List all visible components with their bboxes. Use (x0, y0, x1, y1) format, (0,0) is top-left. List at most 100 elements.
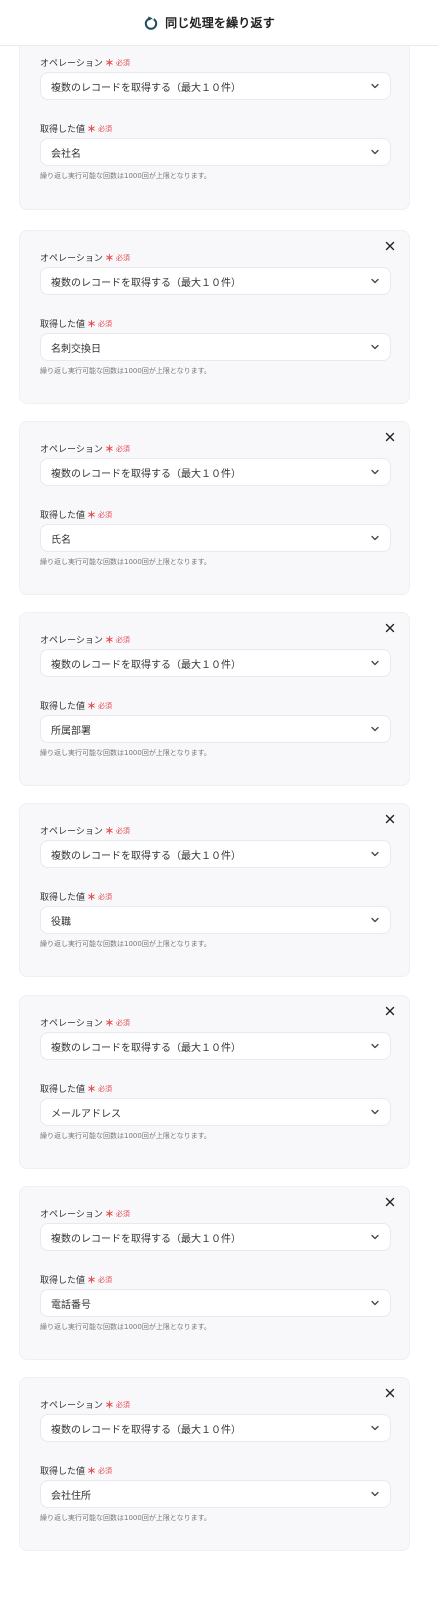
required-text: 必須 (115, 826, 130, 835)
value-select[interactable]: 氏名 (40, 524, 391, 552)
close-button[interactable] (383, 1004, 397, 1018)
value-label: 取得した値＊必須 (40, 699, 113, 713)
close-icon (385, 623, 395, 633)
operation-select[interactable]: 複数のレコードを取得する（最大１０件） (40, 840, 391, 868)
value-label: 取得した値＊必須 (40, 1464, 113, 1478)
loop-card: オペレーション＊必須 複数のレコードを取得する（最大１０件） 取得した値＊必須 電話番… (19, 1186, 410, 1360)
header: 同じ処理を繰り返す (0, 0, 438, 46)
close-icon (385, 1388, 395, 1398)
value-label-text: 取得した値 (40, 320, 86, 330)
page-title: 同じ処理を繰り返す (165, 16, 275, 30)
value-label-text: 取得した値 (40, 511, 86, 521)
value-select[interactable]: 名刺交換日 (40, 333, 391, 361)
required-asterisk: ＊ (87, 893, 97, 903)
close-icon (385, 1197, 395, 1207)
operation-label-text: オペレーション (40, 59, 103, 69)
operation-select-value: 複数のレコードを取得する（最大１０件） (51, 277, 241, 289)
required-asterisk: ＊ (104, 1210, 114, 1220)
value-select[interactable]: 役職 (40, 906, 391, 934)
value-select[interactable]: 会社住所 (40, 1480, 391, 1508)
limit-hint: 繰り返し実行可能な回数は1000回が上限となります。 (40, 367, 211, 375)
operation-select-value: 複数のレコードを取得する（最大１０件） (51, 850, 241, 862)
operation-select[interactable]: 複数のレコードを取得する（最大１０件） (40, 1032, 391, 1060)
value-label: 取得した値＊必須 (40, 508, 113, 522)
required-asterisk: ＊ (87, 511, 97, 521)
loop-card: オペレーション＊必須 複数のレコードを取得する（最大１０件） 取得した値＊必須 会社名… (19, 40, 410, 210)
chevron-down-icon (370, 1298, 380, 1308)
operation-select[interactable]: 複数のレコードを取得する（最大１０件） (40, 649, 391, 677)
operation-select[interactable]: 複数のレコードを取得する（最大１０件） (40, 1414, 391, 1442)
chevron-down-icon (370, 849, 380, 859)
required-text: 必須 (98, 701, 113, 710)
required-asterisk: ＊ (104, 59, 114, 69)
chevron-down-icon (370, 467, 380, 477)
value-select[interactable]: 所属部署 (40, 715, 391, 743)
close-button[interactable] (383, 430, 397, 444)
chevron-down-icon (370, 658, 380, 668)
required-text: 必須 (98, 1275, 113, 1284)
operation-select[interactable]: 複数のレコードを取得する（最大１０件） (40, 72, 391, 100)
operation-label: オペレーション＊必須 (40, 1016, 130, 1030)
loop-card: オペレーション＊必須 複数のレコードを取得する（最大１０件） 取得した値＊必須 会社住… (19, 1377, 410, 1551)
operation-select[interactable]: 複数のレコードを取得する（最大１０件） (40, 267, 391, 295)
required-text: 必須 (98, 1466, 113, 1475)
chevron-down-icon (370, 147, 380, 157)
required-text: 必須 (98, 319, 113, 328)
value-select-value: 会社名 (51, 148, 81, 160)
close-icon (385, 814, 395, 824)
value-label-text: 取得した値 (40, 702, 86, 712)
loop-card: オペレーション＊必須複数のレコードを取得する（最大１０件） 取得した値＊必須所属部… (19, 612, 410, 786)
chevron-down-icon (370, 724, 380, 734)
operation-label-text: オペレーション (40, 1210, 103, 1220)
required-text: 必須 (98, 124, 113, 133)
chevron-down-icon (370, 81, 380, 91)
page: オペレーション＊必須 複数のレコードを取得する（最大１０件） 取得した値＊必須 会社名… (0, 0, 438, 1600)
close-icon (385, 241, 395, 251)
required-text: 必須 (98, 892, 113, 901)
value-select-value: 電話番号 (51, 1299, 91, 1311)
value-select[interactable]: メールアドレス (40, 1098, 391, 1126)
operation-select[interactable]: 複数のレコードを取得する（最大１０件） (40, 458, 391, 486)
required-asterisk: ＊ (104, 254, 114, 264)
operation-select[interactable]: 複数のレコードを取得する（最大１０件） (40, 1223, 391, 1251)
required-text: 必須 (98, 1084, 113, 1093)
value-label: 取得した値＊必須 (40, 1082, 113, 1096)
required-text: 必須 (115, 1400, 130, 1409)
chevron-down-icon (370, 1041, 380, 1051)
required-asterisk: ＊ (87, 702, 97, 712)
operation-select-value: 複数のレコードを取得する（最大１０件） (51, 1424, 241, 1436)
value-select[interactable]: 会社名 (40, 138, 391, 166)
close-button[interactable] (383, 621, 397, 635)
value-label-text: 取得した値 (40, 1276, 86, 1286)
required-asterisk: ＊ (87, 1085, 97, 1095)
header-inner: 同じ処理を繰り返す (143, 14, 275, 31)
operation-select-value: 複数のレコードを取得する（最大１０件） (51, 659, 241, 671)
limit-hint: 繰り返し実行可能な回数は1000回が上限となります。 (40, 172, 211, 180)
loop-card: オペレーション＊必須 複数のレコードを取得する（最大１０件） 取得した値＊必須 役職繰… (19, 803, 410, 977)
required-asterisk: ＊ (104, 827, 114, 837)
operation-select-value: 複数のレコードを取得する（最大１０件） (51, 1233, 241, 1245)
required-text: 必須 (115, 58, 130, 67)
value-select-value: 所属部署 (51, 725, 91, 737)
value-label-text: 取得した値 (40, 1085, 86, 1095)
operation-label: オペレーション＊必須 (40, 251, 130, 265)
required-asterisk: ＊ (87, 1467, 97, 1477)
operation-label-text: オペレーション (40, 254, 103, 264)
close-button[interactable] (383, 1195, 397, 1209)
close-button[interactable] (383, 812, 397, 826)
close-button[interactable] (383, 1386, 397, 1400)
loop-card: オペレーション＊必須複数のレコードを取得する（最大１０件） 取得した値＊必須メール… (19, 995, 410, 1169)
value-select-value: 氏名 (51, 534, 71, 546)
chevron-down-icon (370, 342, 380, 352)
chevron-down-icon (370, 1423, 380, 1433)
value-select-value: メールアドレス (51, 1108, 121, 1120)
operation-label: オペレーション＊必須 (40, 633, 130, 647)
close-button[interactable] (383, 239, 397, 253)
chevron-down-icon (370, 1489, 380, 1499)
loop-card: オペレーション＊必須 複数のレコードを取得する（最大１０件） 取得した値＊必須 氏名繰… (19, 421, 410, 595)
operation-select-value: 複数のレコードを取得する（最大１０件） (51, 82, 241, 94)
chevron-down-icon (370, 915, 380, 925)
value-select[interactable]: 電話番号 (40, 1289, 391, 1317)
operation-select-value: 複数のレコードを取得する（最大１０件） (51, 1042, 241, 1054)
required-text: 必須 (98, 510, 113, 519)
